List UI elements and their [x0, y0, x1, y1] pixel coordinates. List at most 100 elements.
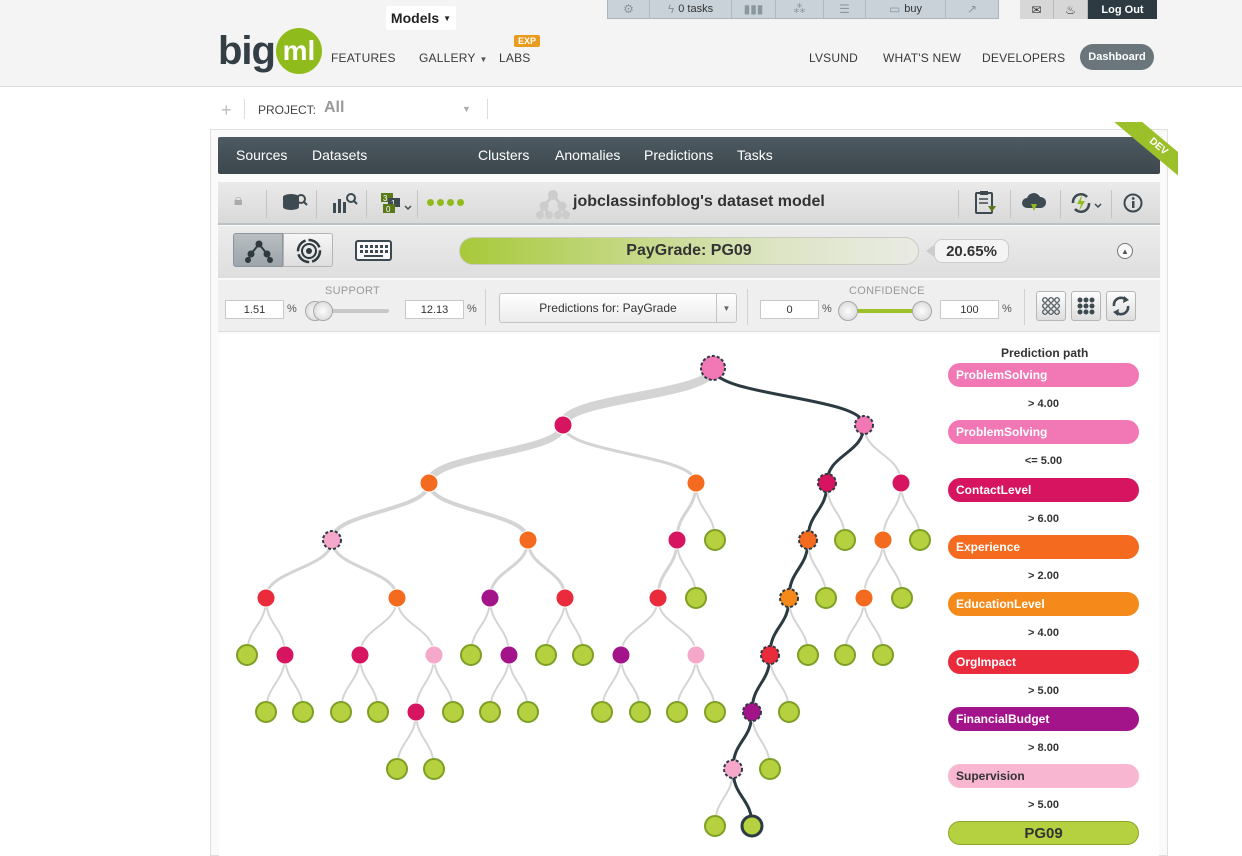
- tree-leaf-node[interactable]: [666, 701, 688, 723]
- path-step-field[interactable]: ProblemSolving: [948, 420, 1139, 445]
- tree-split-node[interactable]: [742, 702, 762, 722]
- tree-leaf-node[interactable]: [909, 529, 931, 551]
- tree-leaf-node[interactable]: [834, 529, 856, 551]
- tree-split-node[interactable]: [387, 588, 407, 608]
- tree-split-node[interactable]: [854, 415, 874, 435]
- tree-split-node[interactable]: [406, 702, 426, 722]
- logout-button[interactable]: Log Out: [1088, 0, 1157, 19]
- support-max-input[interactable]: [405, 300, 464, 319]
- tree-split-node[interactable]: [553, 415, 573, 435]
- add-project-icon[interactable]: +: [221, 100, 232, 121]
- tree-split-node[interactable]: [723, 759, 743, 779]
- tree-split-node[interactable]: [611, 645, 631, 665]
- lock-icon[interactable]: 🔒︎: [234, 192, 243, 210]
- path-step-field[interactable]: OrgImpact: [948, 649, 1139, 674]
- sparse-grid-button[interactable]: [1036, 291, 1066, 321]
- tree-split-node[interactable]: [499, 645, 519, 665]
- tree-split-node[interactable]: [256, 588, 276, 608]
- bar-chart-icon[interactable]: ▮▮▮: [732, 0, 776, 19]
- tree-leaf-node[interactable]: [797, 644, 819, 666]
- tree-leaf-node[interactable]: [872, 644, 894, 666]
- sunburst-view-toggle[interactable]: [283, 233, 333, 267]
- nav-gallery[interactable]: GALLERY ▼: [419, 51, 488, 65]
- tree-split-node[interactable]: [779, 588, 799, 608]
- tree-leaf-node[interactable]: [255, 701, 277, 723]
- prediction-target-select[interactable]: Predictions for: PayGrade: [499, 293, 737, 323]
- tree-leaf-node[interactable]: [423, 758, 445, 780]
- keyboard-icon[interactable]: [355, 240, 393, 262]
- tree-leaf-node[interactable]: [442, 701, 464, 723]
- tree-split-node[interactable]: [854, 588, 874, 608]
- confidence-max-handle[interactable]: [912, 301, 932, 321]
- nav-labs[interactable]: LABS: [499, 51, 531, 65]
- path-step-field[interactable]: FinancialBudget: [948, 706, 1139, 731]
- confidence-max-input[interactable]: [940, 300, 999, 319]
- tree-split-node[interactable]: [480, 588, 500, 608]
- tree-leaf-node[interactable]: [572, 644, 594, 666]
- info-icon[interactable]: [1123, 193, 1145, 215]
- path-step-field[interactable]: Experience: [948, 534, 1139, 559]
- tree-split-node[interactable]: [518, 530, 538, 550]
- tab-tasks[interactable]: Tasks: [737, 147, 773, 163]
- sliders-icon[interactable]: ☰: [824, 0, 866, 19]
- tree-leaf-node[interactable]: [834, 644, 856, 666]
- tree-leaf-node[interactable]: [629, 701, 651, 723]
- share-icon[interactable]: ↗: [946, 0, 998, 19]
- support-max-handle[interactable]: [313, 301, 333, 321]
- tree-split-node[interactable]: [891, 473, 911, 493]
- tree-leaf-node[interactable]: [535, 644, 557, 666]
- path-step-field[interactable]: EducationLevel: [948, 592, 1139, 617]
- tree-leaf-node[interactable]: [386, 758, 408, 780]
- tree-split-node[interactable]: [275, 645, 295, 665]
- chart-search-icon[interactable]: [332, 193, 358, 215]
- tree-leaf-node[interactable]: [704, 815, 726, 837]
- decision-tree[interactable]: [219, 334, 939, 856]
- path-step-field[interactable]: ContactLevel: [948, 477, 1139, 502]
- tree-split-node[interactable]: [322, 530, 342, 550]
- tasks-indicator[interactable]: ϟ 0 tasks: [650, 0, 732, 19]
- tree-split-node[interactable]: [555, 588, 575, 608]
- support-min-input[interactable]: [225, 300, 284, 319]
- flame-icon[interactable]: ♨: [1054, 0, 1088, 19]
- tree-split-node[interactable]: [419, 473, 439, 493]
- gear-icon[interactable]: ⚙: [608, 0, 650, 19]
- tab-datasets[interactable]: Datasets: [312, 147, 367, 163]
- tree-leaf-node[interactable]: [367, 701, 389, 723]
- tree-leaf-node[interactable]: [460, 644, 482, 666]
- tree-leaf-node[interactable]: [704, 529, 726, 551]
- tree-split-node[interactable]: [798, 530, 818, 550]
- sort-numbers-icon[interactable]: 3 1 0: [380, 192, 414, 216]
- tree-leaf-node[interactable]: [704, 701, 726, 723]
- tree-split-node[interactable]: [686, 473, 706, 493]
- tree-leaf-node[interactable]: [891, 587, 913, 609]
- chevron-down-icon[interactable]: ▼: [716, 294, 736, 322]
- nav-features[interactable]: FEATURES: [331, 51, 396, 65]
- tree-leaf-node[interactable]: [330, 701, 352, 723]
- tree-leaf-node[interactable]: [815, 587, 837, 609]
- confidence-min-input[interactable]: [760, 300, 819, 319]
- tree-leaf-node[interactable]: [517, 701, 539, 723]
- buy-button[interactable]: ▭ buy: [866, 0, 946, 19]
- tree-leaf-node[interactable]: [778, 701, 800, 723]
- tab-clusters[interactable]: Clusters: [478, 147, 529, 163]
- more-options-icon[interactable]: [427, 199, 464, 206]
- nav-user[interactable]: LVSUND: [809, 51, 858, 65]
- refresh-button[interactable]: [1106, 291, 1136, 321]
- tab-anomalies[interactable]: Anomalies: [555, 147, 620, 163]
- lightning-refresh-icon[interactable]: [1069, 191, 1103, 215]
- tree-leaf-node[interactable]: [740, 814, 764, 838]
- tree-leaf-node[interactable]: [479, 701, 501, 723]
- tree-split-node[interactable]: [700, 355, 726, 381]
- nav-whats-new[interactable]: WHAT'S NEW: [883, 51, 961, 65]
- chevron-down-icon[interactable]: ▼: [462, 104, 471, 114]
- tree-split-node[interactable]: [667, 530, 687, 550]
- tab-sources[interactable]: Sources: [236, 147, 287, 163]
- dashboard-button[interactable]: Dashboard: [1080, 44, 1154, 70]
- mail-icon[interactable]: ✉: [1020, 0, 1054, 19]
- tree-leaf-node[interactable]: [685, 587, 707, 609]
- tree-split-node[interactable]: [350, 645, 370, 665]
- confidence-min-handle[interactable]: [838, 301, 858, 321]
- dense-grid-button[interactable]: [1071, 291, 1101, 321]
- tab-predictions[interactable]: Predictions: [644, 147, 713, 163]
- dataset-search-icon[interactable]: [282, 193, 308, 215]
